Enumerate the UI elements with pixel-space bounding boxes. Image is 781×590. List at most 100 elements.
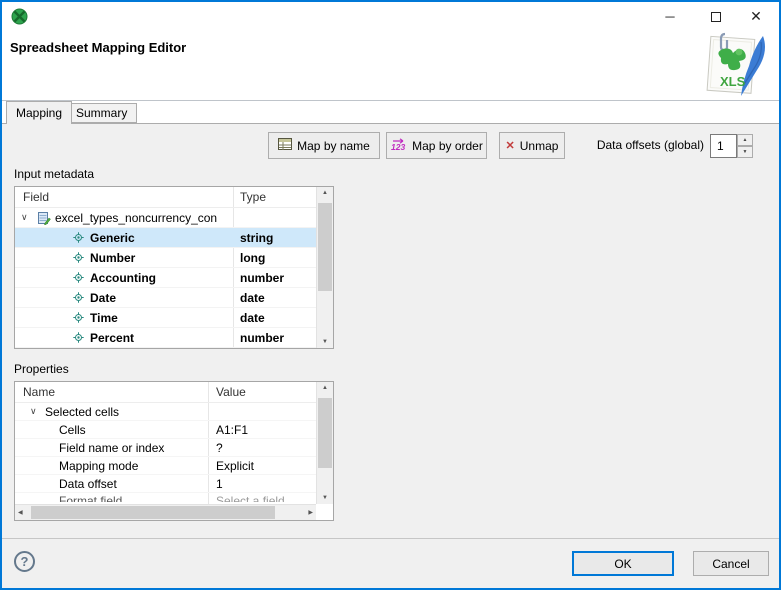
- scroll-right-icon[interactable]: ▶: [308, 509, 313, 516]
- properties-table: Name Value ∨ Selected cells Cells A1:F1 Fi…: [14, 381, 334, 521]
- type-column-header: Type: [240, 190, 267, 204]
- scroll-down-icon[interactable]: ▼: [317, 495, 333, 501]
- field-name: Number: [90, 251, 136, 265]
- data-offsets-input[interactable]: 1: [710, 134, 737, 158]
- scrollbar-thumb[interactable]: [318, 203, 332, 291]
- group-label: Selected cells: [45, 405, 120, 419]
- field-type: string: [240, 231, 274, 245]
- help-button[interactable]: ?: [14, 551, 35, 572]
- metadata-field-row-date[interactable]: Date date: [15, 288, 333, 308]
- tab-bar: Mapping Summary: [2, 101, 779, 124]
- field-type: long: [240, 251, 266, 265]
- chevron-down-icon[interactable]: ∨: [30, 406, 37, 417]
- field-type: number: [240, 331, 285, 345]
- spinner-down-button[interactable]: ▼: [737, 146, 753, 158]
- field-name: Percent: [90, 331, 135, 345]
- properties-label: Properties: [14, 362, 69, 376]
- target-icon: [73, 232, 84, 243]
- scroll-down-icon[interactable]: ▼: [317, 339, 333, 345]
- metadata-field-row-accounting[interactable]: Accounting number: [15, 268, 333, 288]
- name-column-header: Name: [23, 385, 56, 399]
- property-name: Data offset: [59, 477, 117, 491]
- input-metadata-table: Field Type ∨ excel_types_noncurrency_con…: [14, 186, 334, 349]
- minimize-button[interactable]: ─: [653, 2, 687, 31]
- property-value: A1:F1: [216, 423, 249, 437]
- property-name: Field name or index: [59, 441, 165, 455]
- data-offsets-spinner[interactable]: 1 ▲ ▼: [710, 134, 753, 158]
- target-icon: [73, 312, 84, 323]
- property-row[interactable]: Data offset 1: [15, 475, 333, 493]
- value-column-header: Value: [216, 385, 246, 399]
- property-name: Mapping mode: [59, 459, 139, 473]
- cancel-button[interactable]: Cancel: [693, 551, 769, 576]
- property-row[interactable]: Field name or index?: [15, 439, 333, 457]
- metadata-root-label: excel_types_noncurrency_con: [55, 211, 218, 225]
- ok-button[interactable]: OK: [572, 551, 674, 576]
- property-value: 1: [216, 477, 223, 491]
- page-title: Spreadsheet Mapping Editor: [10, 40, 187, 55]
- metadata-field-row-number[interactable]: Number long: [15, 248, 333, 268]
- scroll-up-icon[interactable]: ▲: [317, 385, 333, 391]
- metadata-root-row[interactable]: ∨ excel_types_noncurrency_con: [15, 208, 333, 228]
- properties-rows: Cells A1:F1 Field name or index? Mapping mo…: [15, 421, 333, 493]
- field-type: date: [240, 291, 265, 305]
- metadata-field-row-percent[interactable]: Percent number: [15, 328, 333, 348]
- clipped-property-name: Format field: [59, 494, 123, 502]
- property-row[interactable]: Cells A1:F1: [15, 421, 333, 439]
- tab-summary[interactable]: Summary: [66, 103, 138, 123]
- field-column-header: Field: [23, 190, 50, 204]
- svg-text:XLS: XLS: [720, 74, 746, 89]
- field-name: Accounting: [90, 271, 156, 285]
- svg-text:123: 123: [391, 142, 405, 151]
- spinner-up-button[interactable]: ▲: [737, 134, 753, 146]
- properties-table-header: Name Value: [15, 382, 333, 403]
- metadata-table-header: Field Type: [15, 187, 333, 208]
- maximize-button[interactable]: [699, 2, 733, 31]
- target-icon: [73, 252, 84, 263]
- property-value: Explicit: [216, 459, 255, 473]
- selected-cells-group-row[interactable]: ∨ Selected cells: [15, 403, 333, 421]
- unmap-button[interactable]: ✕ Unmap: [499, 132, 565, 159]
- field-name: Generic: [90, 231, 135, 245]
- field-name: Date: [90, 291, 117, 305]
- tab-summary-label: Summary: [76, 106, 128, 120]
- tab-mapping[interactable]: Mapping: [6, 101, 73, 124]
- map-by-order-label: Map by order: [412, 138, 483, 153]
- record-edit-icon: [37, 211, 51, 228]
- field-type: number: [240, 271, 285, 285]
- numbers-arrow-icon: 123: [390, 137, 407, 154]
- metadata-field-row-time[interactable]: Time date: [15, 308, 333, 328]
- property-value: ?: [216, 441, 223, 455]
- metadata-field-rows: Generic string Number long Accounting number D…: [15, 228, 333, 348]
- target-icon: [73, 292, 84, 303]
- map-by-name-label: Map by name: [297, 138, 370, 153]
- clover-icon: [11, 8, 28, 30]
- target-icon: [73, 332, 84, 343]
- metadata-field-row-generic[interactable]: Generic string: [15, 228, 333, 248]
- property-row[interactable]: Mapping mode Explicit: [15, 457, 333, 475]
- scrollbar-thumb[interactable]: [318, 398, 332, 468]
- dialog-header: Spreadsheet Mapping Editor XLS: [2, 31, 779, 101]
- properties-horizontal-scrollbar[interactable]: ◀ ▶: [15, 504, 316, 520]
- scroll-left-icon[interactable]: ◀: [18, 509, 23, 516]
- properties-vertical-scrollbar[interactable]: ▲ ▼: [316, 382, 333, 504]
- target-icon: [73, 272, 84, 283]
- field-name: Time: [90, 311, 118, 325]
- tab-mapping-label: Mapping: [16, 106, 63, 120]
- data-offsets-label: Data offsets (global): [596, 138, 704, 152]
- close-button[interactable]: ✕: [739, 2, 773, 31]
- scrollbar-thumb[interactable]: [31, 506, 275, 519]
- property-name: Cells: [59, 423, 86, 437]
- map-by-order-button[interactable]: 123 Map by order: [386, 132, 487, 159]
- chevron-down-icon[interactable]: ∨: [21, 212, 28, 223]
- input-metadata-label: Input metadata: [14, 167, 95, 181]
- scroll-up-icon[interactable]: ▲: [317, 190, 333, 196]
- metadata-vertical-scrollbar[interactable]: ▲ ▼: [316, 187, 333, 348]
- map-by-name-button[interactable]: Map by name: [268, 132, 380, 159]
- clipped-property-row[interactable]: Format field Select a field: [15, 493, 333, 502]
- titlebar[interactable]: ─ ✕: [2, 2, 779, 31]
- unmap-label: Unmap: [519, 138, 559, 153]
- field-type: date: [240, 311, 265, 325]
- clipped-property-value: Select a field: [216, 494, 285, 502]
- table-icon: [278, 138, 293, 153]
